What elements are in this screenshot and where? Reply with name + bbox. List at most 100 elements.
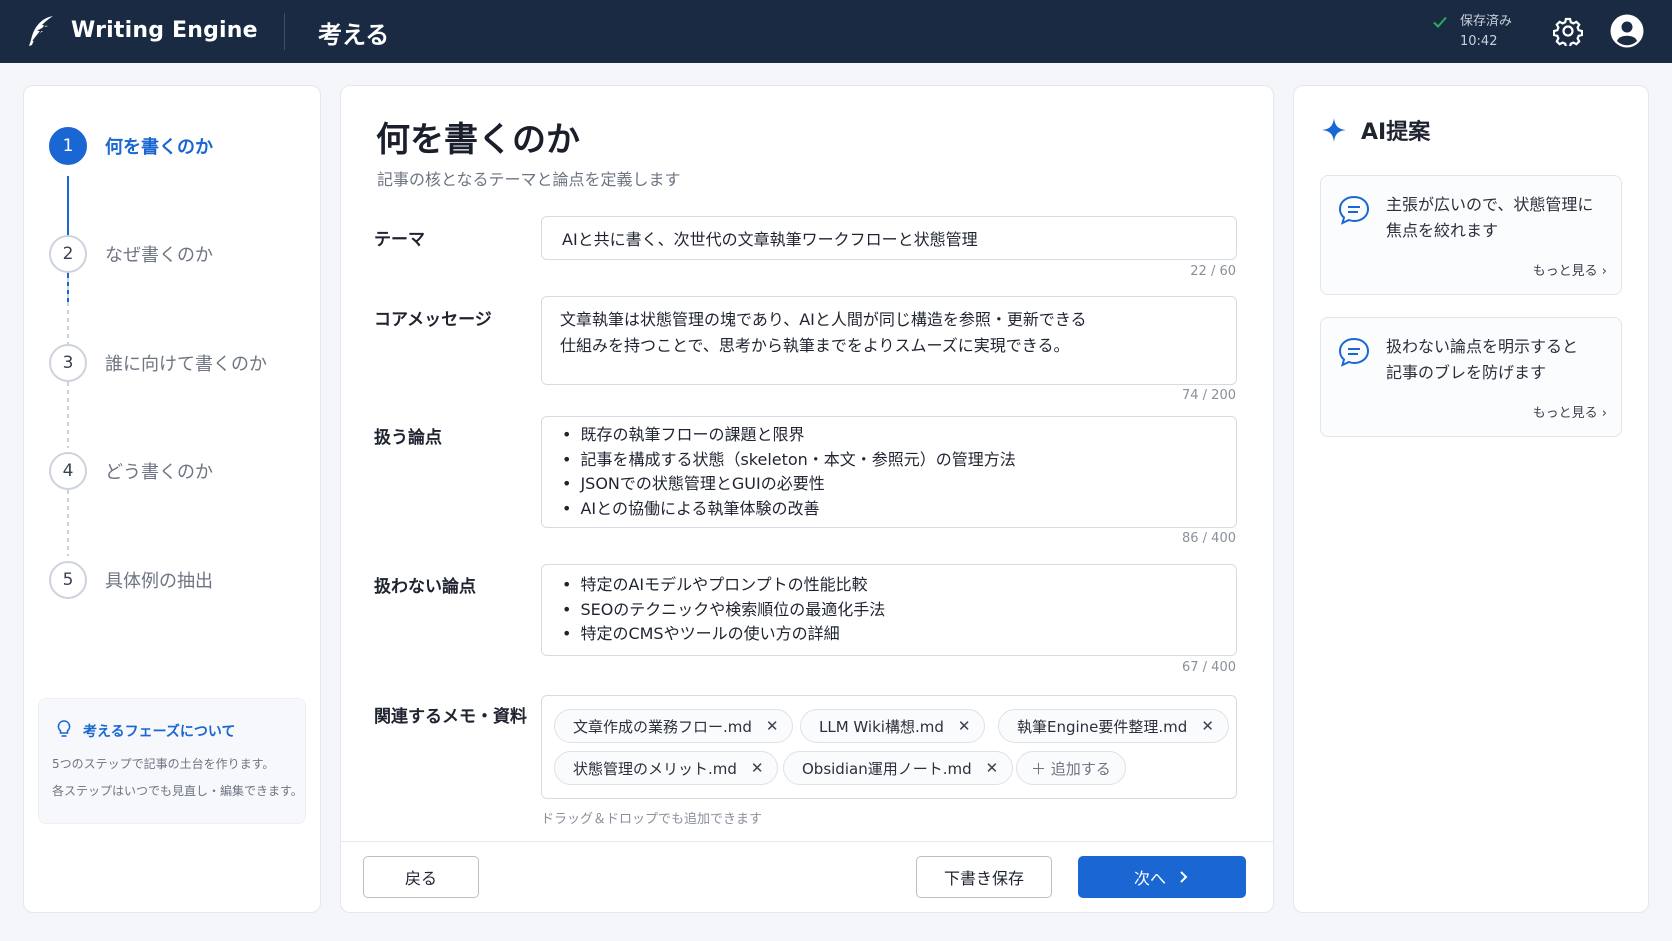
note-chip[interactable]: Obsidian運用ノート.md ✕ xyxy=(783,751,1014,785)
step-item-what[interactable]: 1 何を書くのか xyxy=(49,127,213,165)
step-connector xyxy=(67,278,69,344)
gear-icon[interactable] xyxy=(1553,16,1583,46)
excluded-points-textarea[interactable]: 特定のAIモデルやプロンプトの性能比較 SEOのテクニックや検索順位の最適化手法… xyxy=(541,564,1237,656)
see-more-link[interactable]: もっと見る › xyxy=(1533,402,1607,421)
covered-points-textarea[interactable]: 既存の執筆フローの課題と限界 記事を構成する状態（skeleton・本文・参照元… xyxy=(541,416,1237,528)
step-label: 誰に向けて書くのか xyxy=(105,354,267,375)
step-item-audience[interactable]: 3 誰に向けて書くのか xyxy=(49,344,267,382)
step-number: 2 xyxy=(49,235,87,273)
phase-info-box: 考えるフェーズについて 5つのステップで記事の土台を作ります。 各ステップはいつ… xyxy=(38,698,306,824)
step-item-how[interactable]: 4 どう書くのか xyxy=(49,452,213,490)
ai-suggestion-card[interactable]: 主張が広いので、状態管理に 焦点を絞れます もっと見る › xyxy=(1320,175,1622,295)
covered-point-item: JSONでの状態管理とGUIの必要性 xyxy=(562,472,1216,497)
note-chip-label: 文章作成の業務フロー.md xyxy=(573,717,752,736)
note-chip[interactable]: 執筆Engine要件整理.md ✕ xyxy=(998,709,1229,743)
header-divider xyxy=(284,13,285,50)
save-status-time: 10:42 xyxy=(1460,34,1498,49)
app-header: Writing Engine 考える 保存済み 10:42 xyxy=(0,0,1672,63)
step-label: なぜ書くのか xyxy=(105,245,213,266)
step-connector xyxy=(67,490,69,556)
chevron-right-icon: › xyxy=(1601,406,1607,421)
core-message-line: 仕組みを持つことで、思考から執筆までをよりスムーズに実現できる。 xyxy=(560,336,1070,355)
step-number: 5 xyxy=(49,561,87,599)
chat-bubble-icon xyxy=(1338,337,1370,367)
note-chip-label: Obsidian運用ノート.md xyxy=(802,759,972,778)
app-name: Writing Engine xyxy=(71,18,258,43)
chat-bubble-icon xyxy=(1338,195,1370,225)
suggestion-text: 扱わない論点を明示すると xyxy=(1386,337,1579,356)
theme-label: テーマ xyxy=(374,230,425,250)
remove-chip-icon[interactable]: ✕ xyxy=(958,717,971,735)
step-label: 何を書くのか xyxy=(105,137,213,158)
covered-points-label: 扱う論点 xyxy=(374,428,442,448)
related-notes-label: 関連するメモ・資料 xyxy=(374,707,527,727)
ai-panel-header: AI提案 xyxy=(1321,114,1430,146)
step-item-why[interactable]: 2 なぜ書くのか xyxy=(49,235,213,273)
next-button[interactable]: 次へ xyxy=(1078,856,1246,898)
user-avatar-icon[interactable] xyxy=(1610,14,1644,48)
note-chip[interactable]: LLM Wiki構想.md ✕ xyxy=(800,709,986,743)
excluded-point-item: 特定のCMSやツールの使い方の詳細 xyxy=(562,622,1216,647)
chevron-right-icon: › xyxy=(1601,264,1607,279)
step-sidebar: 1 何を書くのか 2 なぜ書くのか 3 誰に向けて書くのか 4 どう書くのか 5… xyxy=(23,85,321,913)
step-label: 具体例の抽出 xyxy=(105,571,213,592)
feather-pen-icon xyxy=(29,16,53,46)
theme-counter: 22 / 60 xyxy=(1190,264,1236,279)
drag-drop-hint: ドラッグ＆ドロップでも追加できます xyxy=(541,812,763,827)
suggestion-text: 記事のブレを防げます xyxy=(1386,363,1547,382)
excluded-point-item: 特定のAIモデルやプロンプトの性能比較 xyxy=(562,573,1216,598)
note-chip[interactable]: 状態管理のメリット.md ✕ xyxy=(554,751,779,785)
next-button-label: 次へ xyxy=(1133,869,1166,888)
covered-point-item: 記事を構成する状態（skeleton・本文・参照元）の管理方法 xyxy=(562,448,1216,473)
step-number: 4 xyxy=(49,452,87,490)
phase-title: 考える xyxy=(318,21,390,49)
see-more-label: もっと見る xyxy=(1532,264,1598,279)
phase-info-text: 5つのステップで記事の土台を作ります。 xyxy=(52,757,275,771)
step-number: 1 xyxy=(49,127,87,165)
core-message-line: 文章執筆は状態管理の塊であり、AIと人間が同じ構造を参照・更新できる xyxy=(560,310,1087,329)
save-draft-button[interactable]: 下書き保存 xyxy=(916,856,1052,898)
ai-panel-title: AI提案 xyxy=(1361,120,1431,145)
page-subtitle: 記事の核となるテーマと論点を定義します xyxy=(377,170,681,189)
covered-point-item: 既存の執筆フローの課題と限界 xyxy=(562,423,1216,448)
core-message-label: コアメッセージ xyxy=(374,310,492,330)
step-number: 3 xyxy=(49,344,87,382)
lightbulb-icon xyxy=(57,720,71,737)
remove-chip-icon[interactable]: ✕ xyxy=(766,717,779,735)
phase-info-title: 考えるフェーズについて xyxy=(83,724,236,740)
save-status-label: 保存済み xyxy=(1460,14,1513,29)
step-label: どう書くのか xyxy=(105,462,213,483)
covered-point-item: AIとの協働による執筆体験の改善 xyxy=(562,497,1216,522)
sparkle-icon xyxy=(1322,118,1346,142)
note-chip[interactable]: 文章作成の業務フロー.md ✕ xyxy=(554,709,794,743)
note-chip-label: LLM Wiki構想.md xyxy=(819,717,944,736)
see-more-label: もっと見る xyxy=(1532,406,1598,421)
step-connector xyxy=(67,382,69,448)
suggestion-text: 焦点を絞れます xyxy=(1386,221,1499,240)
phase-info-text: 各ステップはいつでも見直し・編集できます。 xyxy=(52,784,303,798)
note-chip-label: 執筆Engine要件整理.md xyxy=(1017,717,1188,736)
step-item-examples[interactable]: 5 具体例の抽出 xyxy=(49,561,213,599)
excluded-points-label: 扱わない論点 xyxy=(374,577,476,597)
ai-suggestion-card[interactable]: 扱わない論点を明示すると 記事のブレを防げます もっと見る › xyxy=(1320,317,1622,437)
main-form-panel: 何を書くのか 記事の核となるテーマと論点を定義します テーマ AIと共に書く、次… xyxy=(340,85,1274,913)
remove-chip-icon[interactable]: ✕ xyxy=(1201,717,1214,735)
covered-points-counter: 86 / 400 xyxy=(1182,531,1236,546)
remove-chip-icon[interactable]: ✕ xyxy=(751,759,764,777)
add-note-button[interactable]: ＋ 追加する xyxy=(1016,751,1126,785)
remove-chip-icon[interactable]: ✕ xyxy=(986,759,999,777)
theme-input[interactable]: AIと共に書く、次世代の文章執筆ワークフローと状態管理 xyxy=(541,216,1237,260)
back-button[interactable]: 戻る xyxy=(363,856,479,898)
check-icon xyxy=(1433,16,1447,28)
core-message-textarea[interactable]: 文章執筆は状態管理の塊であり、AIと人間が同じ構造を参照・更新できる 仕組みを持… xyxy=(541,296,1237,385)
see-more-link[interactable]: もっと見る › xyxy=(1533,260,1607,279)
chevron-right-icon xyxy=(1180,871,1188,883)
suggestion-text: 主張が広いので、状態管理に xyxy=(1386,195,1594,214)
excluded-points-counter: 67 / 400 xyxy=(1182,660,1236,675)
core-message-counter: 74 / 200 xyxy=(1182,388,1236,403)
excluded-point-item: SEOのテクニックや検索順位の最適化手法 xyxy=(562,598,1216,623)
note-chip-label: 状態管理のメリット.md xyxy=(573,759,737,778)
related-notes-chip-area[interactable]: 文章作成の業務フロー.md ✕ LLM Wiki構想.md ✕ 執筆Engine… xyxy=(541,695,1237,799)
ai-suggestions-panel: AI提案 主張が広いので、状態管理に 焦点を絞れます もっと見る › 扱わない論… xyxy=(1293,85,1649,913)
theme-value: AIと共に書く、次世代の文章執筆ワークフローと状態管理 xyxy=(562,230,978,249)
